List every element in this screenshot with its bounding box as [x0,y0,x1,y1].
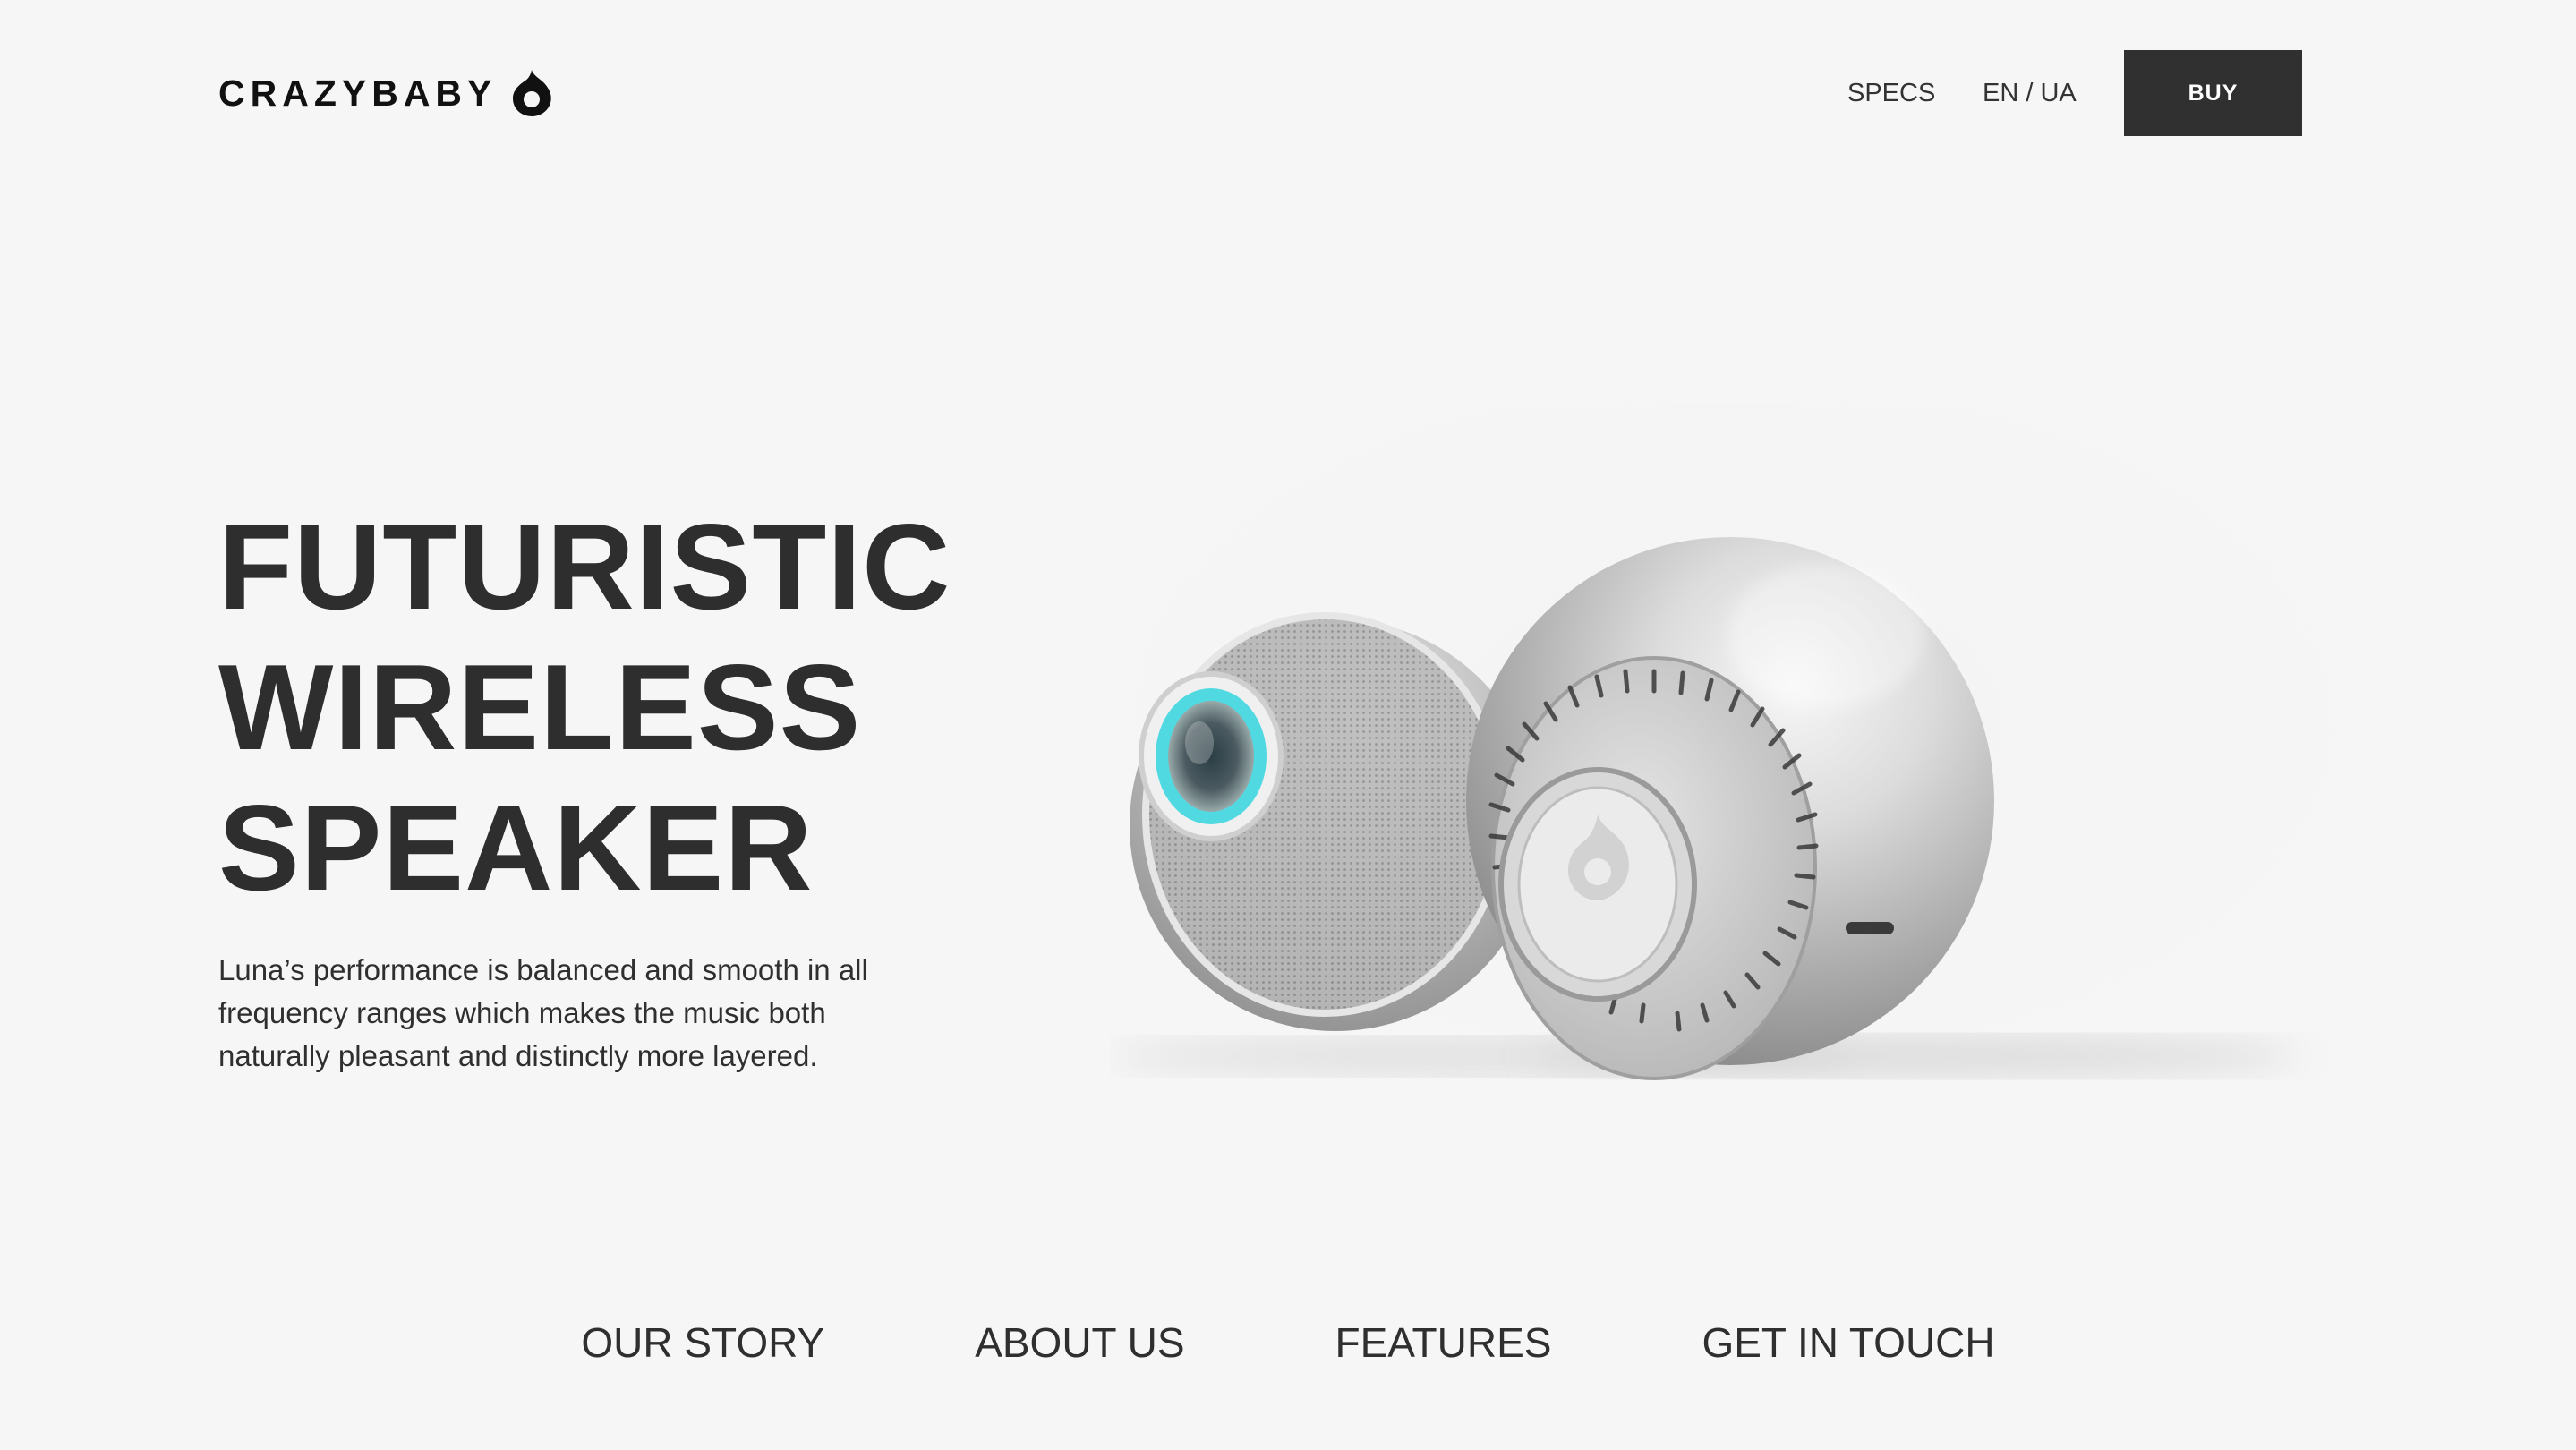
brand-name: CRAZYBABY [218,72,498,114]
nav-get-in-touch[interactable]: GET IN TOUCH [1702,1314,1994,1371]
buy-button[interactable]: BUY [2124,50,2302,136]
hero-description: Luna’s performance is balanced and smoot… [218,953,868,1072]
speaker-product-image [1110,403,2354,1110]
nav-our-story[interactable]: OUR STORY [581,1314,824,1371]
brand-logo[interactable]: CRAZYBABY [218,68,554,118]
hero-title-line: SPEAKER [218,780,814,916]
nav-about-us[interactable]: ABOUT US [975,1314,1184,1371]
nav-features[interactable]: FEATURES [1335,1314,1552,1371]
hero-title-line: WIRELESS [218,639,862,775]
language-switcher[interactable]: EN / UA [1983,75,2077,111]
hero-title: FUTURISTIC WIRELESS SPEAKER [218,497,951,918]
hero-title-line: FUTURISTIC [218,499,951,635]
speakers-illustration [1110,403,2354,1110]
landing-page: CRAZYBABY SPECS EN / UA BUY FUTURISTIC W… [0,0,2576,1450]
section-nav: OUR STORY ABOUT US FEATURES GET IN TOUCH [0,1314,2576,1371]
drop-logo-icon [513,70,552,116]
nav-specs-link[interactable]: SPECS [1847,75,1935,111]
